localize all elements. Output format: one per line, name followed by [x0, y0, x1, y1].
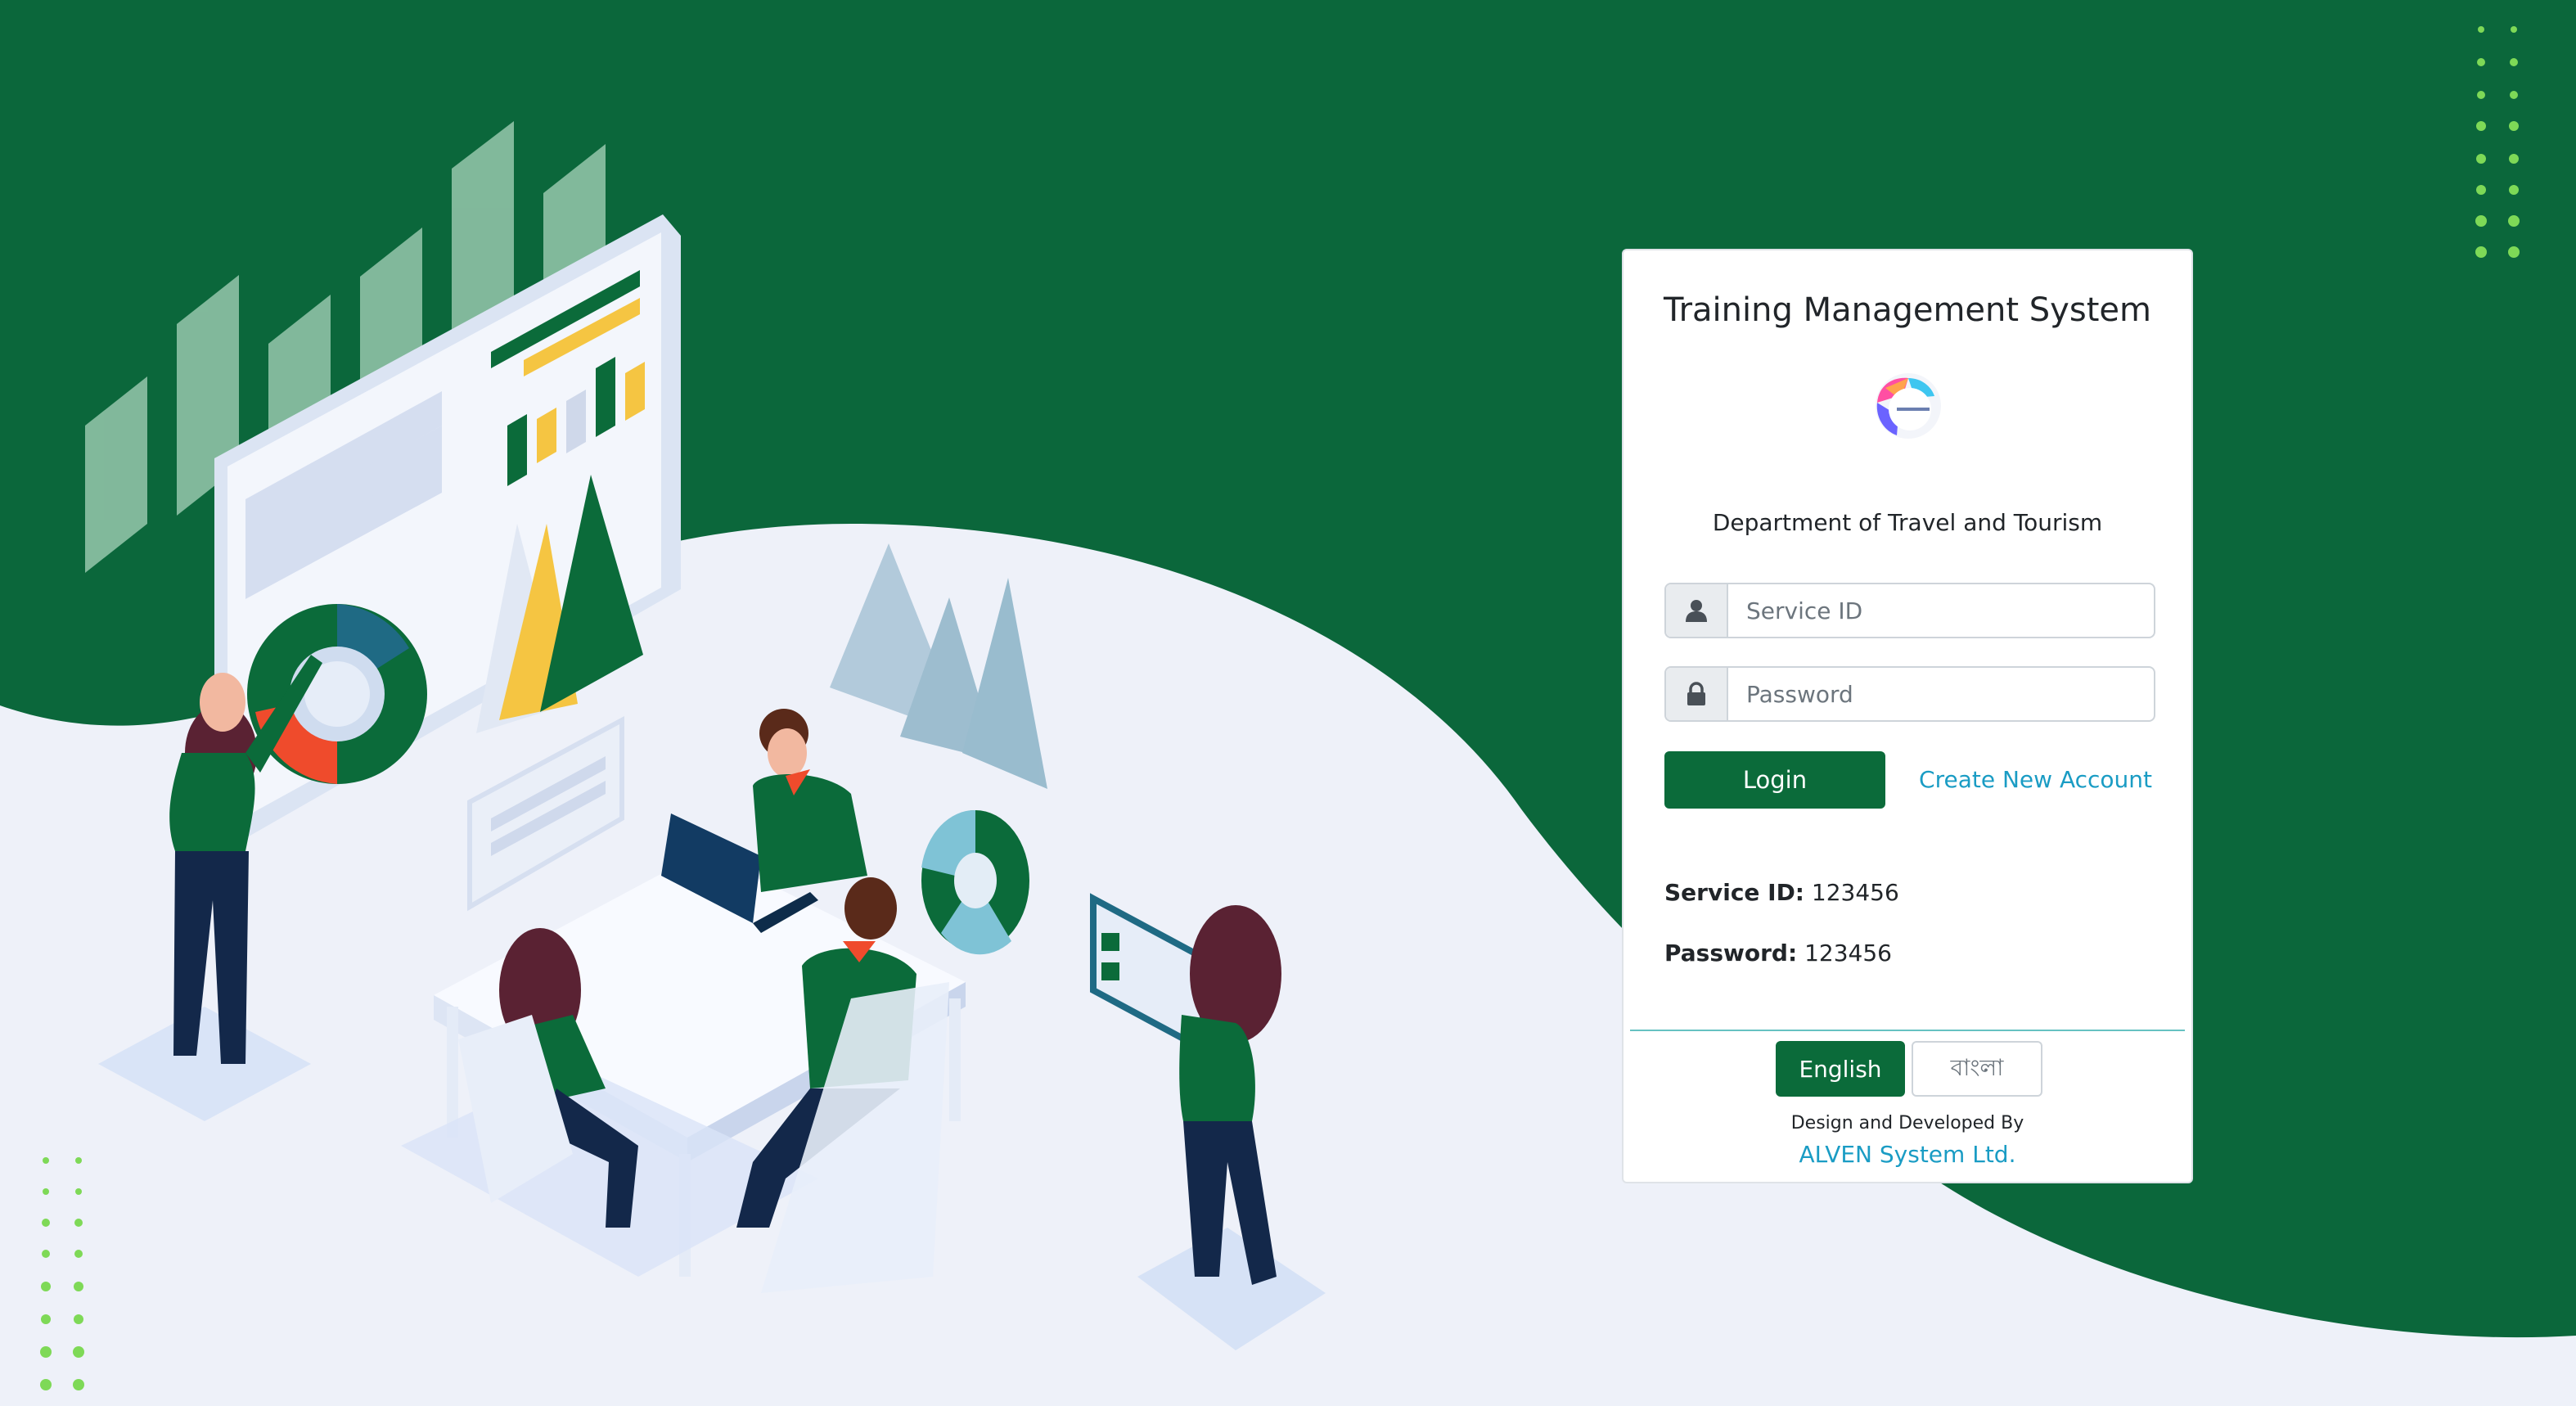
password-label: Password: — [1664, 940, 1798, 967]
service-id-field — [1664, 583, 2155, 638]
password-field — [1664, 666, 2155, 722]
language-english-button[interactable]: English — [1776, 1041, 1905, 1097]
create-account-link[interactable]: Create New Account — [1919, 766, 2152, 793]
donut-chart-large — [247, 604, 427, 784]
password-input[interactable] — [1728, 668, 2150, 720]
company-link[interactable]: ALVEN System Ltd. — [1624, 1141, 2191, 1168]
footer-divider — [1630, 1030, 2185, 1031]
designed-by-text: Design and Developed By — [1790, 1113, 2024, 1133]
user-icon — [1666, 584, 1728, 637]
department-name: Department of Travel and Tourism — [1712, 509, 2103, 536]
company-logo — [1876, 373, 1941, 439]
service-id-value: 123456 — [1811, 879, 1899, 906]
password-value: 123456 — [1804, 940, 1892, 967]
login-card: Training Management System Department of… — [1622, 249, 2193, 1183]
demo-password: Password: 123456 — [1664, 940, 1892, 967]
language-bangla-button[interactable]: বাংলা — [1912, 1041, 2042, 1097]
service-id-label: Service ID: — [1664, 879, 1805, 906]
service-id-input[interactable] — [1728, 584, 2150, 637]
lock-icon — [1666, 668, 1728, 720]
login-button[interactable]: Login — [1664, 751, 1885, 809]
demo-service-id: Service ID: 123456 — [1664, 879, 1899, 906]
page-title: Training Management System — [1664, 291, 2151, 329]
